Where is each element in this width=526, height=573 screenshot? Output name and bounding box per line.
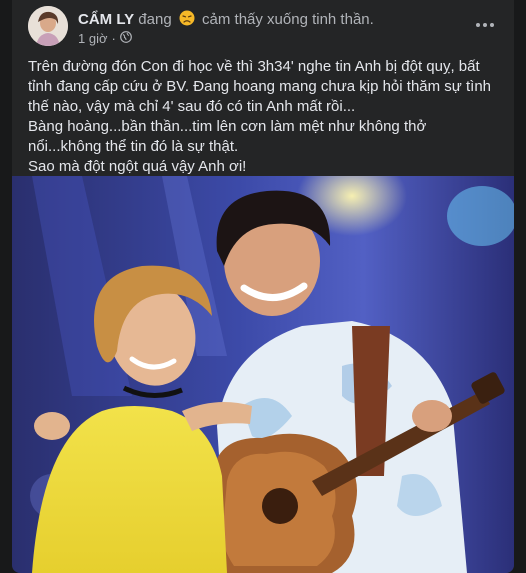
concert-photo-image xyxy=(12,176,514,573)
post-timestamp[interactable]: 1 giờ xyxy=(78,31,108,46)
author-name[interactable]: CẨM LY xyxy=(78,11,134,28)
more-options-button[interactable] xyxy=(470,10,500,40)
globe-icon[interactable] xyxy=(119,31,132,46)
avatar[interactable] xyxy=(28,6,68,46)
sad-face-icon xyxy=(179,10,195,26)
post-header: CẨM LY đang cảm thấy xuống tinh thần. 1 … xyxy=(12,0,514,52)
post-body-line: Trên đường đón Con đi học về thì 3h34' n… xyxy=(28,58,492,115)
post-meta: 1 giờ · xyxy=(78,31,132,46)
avatar-image xyxy=(28,6,68,46)
author-line: CẨM LY đang cảm thấy xuống tinh thần. xyxy=(78,10,374,28)
meta-dot: · xyxy=(111,31,116,46)
more-dots-icon xyxy=(476,23,494,27)
feeling-text[interactable]: cảm thấy xuống tinh thần. xyxy=(202,11,374,28)
post-body-line: Bàng hoàng...bần thần...tim lên cơn làm … xyxy=(28,118,427,155)
post-photo[interactable] xyxy=(12,176,514,573)
post-body-line: Sao mà đột ngột quá vậy Anh ơi! xyxy=(28,158,247,175)
post-card: CẨM LY đang cảm thấy xuống tinh thần. 1 … xyxy=(12,0,514,573)
post-body: Trên đường đón Con đi học về thì 3h34' n… xyxy=(28,57,498,177)
status-prefix: đang xyxy=(138,11,172,28)
